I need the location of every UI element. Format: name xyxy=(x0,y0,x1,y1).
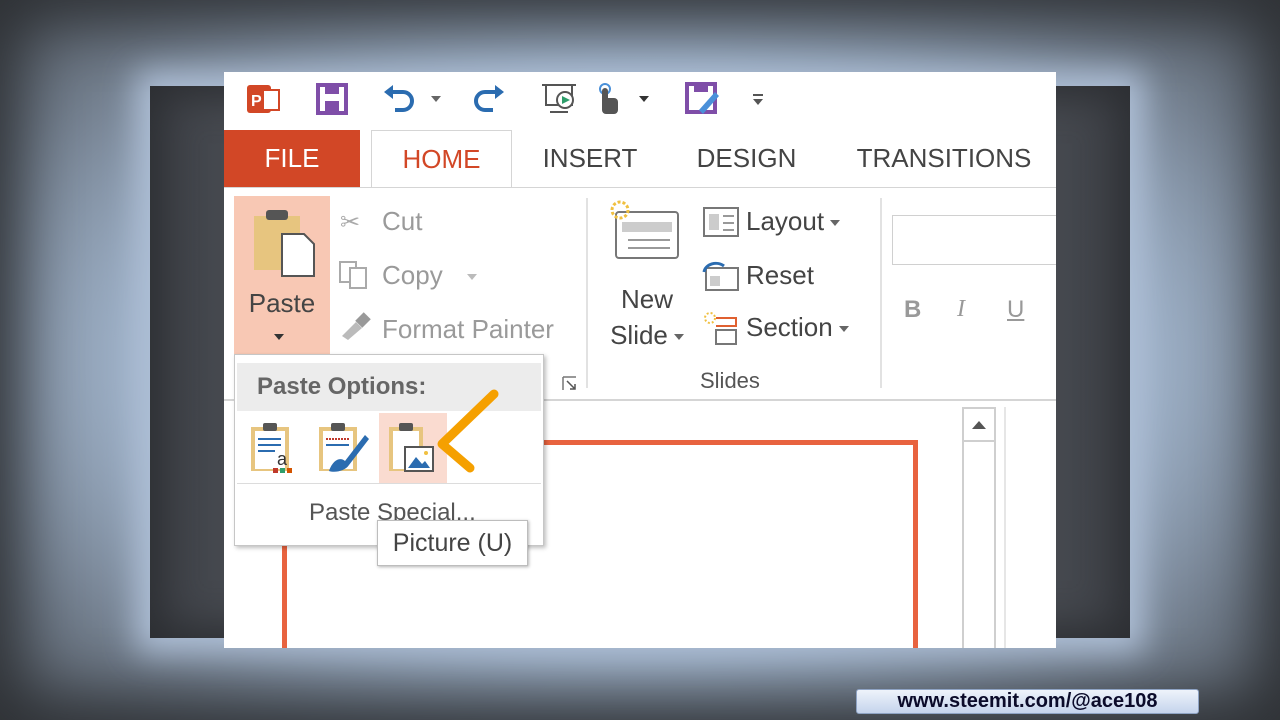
reset-icon xyxy=(702,260,740,297)
customize-qat-icon[interactable] xyxy=(748,82,768,116)
touch-dropdown-icon[interactable] xyxy=(632,82,650,116)
vertical-scrollbar[interactable] xyxy=(962,407,996,648)
clipboard-dialog-launcher-icon[interactable] xyxy=(562,376,578,397)
keep-source-formatting-icon xyxy=(319,423,369,472)
tooltip: Picture (U) xyxy=(377,520,528,566)
bold-button[interactable]: B xyxy=(904,296,921,324)
copy-label: Copy xyxy=(382,260,443,290)
tab-transitions[interactable]: TRANSITIONS xyxy=(844,130,1044,187)
paste-icon xyxy=(254,210,315,277)
start-from-beginning-icon[interactable] xyxy=(540,82,580,116)
paste-button[interactable]: Paste xyxy=(234,196,330,358)
svg-text:P: P xyxy=(251,93,262,110)
layout-button[interactable]: Layout xyxy=(746,206,841,237)
save-icon[interactable] xyxy=(314,82,350,116)
undo-icon[interactable] xyxy=(380,82,416,116)
tab-home[interactable]: HOME xyxy=(371,130,512,188)
paste-dropdown-icon[interactable] xyxy=(274,328,284,346)
powerpoint-screenshot: P FILE HOME INSERT DESIGN TRANSITIONS Pa… xyxy=(224,72,1056,648)
format-painter-icon xyxy=(338,310,374,345)
cut-button[interactable]: Cut xyxy=(382,206,422,237)
format-painter-button[interactable]: Format Painter xyxy=(382,314,554,345)
section-icon xyxy=(702,310,740,351)
tab-file[interactable]: FILE xyxy=(224,130,360,187)
underline-button[interactable]: U xyxy=(1007,296,1024,324)
annotation-arrow-icon xyxy=(437,389,499,473)
tab-insert[interactable]: INSERT xyxy=(524,130,656,187)
svg-text:a: a xyxy=(277,449,288,469)
use-destination-theme-icon: a xyxy=(251,423,292,473)
scroll-up-button[interactable] xyxy=(964,409,994,442)
powerpoint-logo-icon: P xyxy=(244,82,284,116)
italic-button[interactable]: I xyxy=(957,296,965,323)
new-slide-icon[interactable] xyxy=(608,198,680,269)
redo-icon[interactable] xyxy=(472,82,508,116)
layout-icon xyxy=(702,206,740,243)
paste-option-use-destination-theme[interactable]: a xyxy=(247,421,303,480)
copy-button[interactable]: Copy xyxy=(382,260,477,291)
scissors-icon: ✂ xyxy=(340,209,361,236)
new-slide-label-1[interactable]: New xyxy=(600,284,694,315)
section-label: Section xyxy=(746,312,833,342)
layout-label: Layout xyxy=(746,206,825,236)
watermark: www.steemit.com/@ace108 xyxy=(856,689,1199,714)
new-slide-button[interactable]: Slide xyxy=(600,320,694,351)
reset-button[interactable]: Reset xyxy=(746,260,814,291)
paste-option-keep-source-formatting[interactable] xyxy=(315,421,371,480)
save-as-icon[interactable] xyxy=(684,82,720,116)
tab-design[interactable]: DESIGN xyxy=(679,130,814,187)
copy-icon xyxy=(338,260,370,295)
undo-dropdown-icon[interactable] xyxy=(424,82,442,116)
slides-group-label: Slides xyxy=(700,368,760,393)
section-button[interactable]: Section xyxy=(746,312,849,343)
new-slide-label-2: Slide xyxy=(610,320,668,350)
font-name-box[interactable] xyxy=(892,215,1056,265)
paste-label: Paste xyxy=(248,288,316,318)
touch-mode-icon[interactable] xyxy=(592,82,624,116)
